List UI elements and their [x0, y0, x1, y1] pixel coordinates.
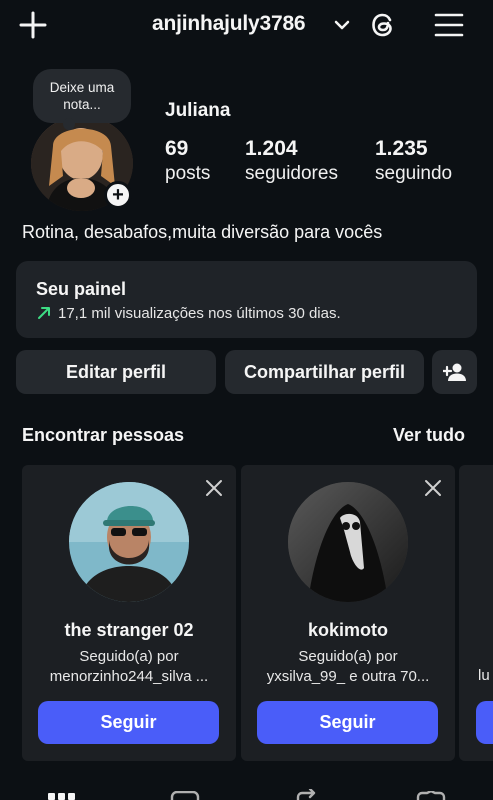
- repost-icon[interactable]: [294, 787, 320, 800]
- create-plus-icon[interactable]: [14, 6, 52, 44]
- tagged-icon[interactable]: [416, 789, 446, 800]
- suggestion-context-line2: menorzinho244_silva ...: [49, 668, 209, 685]
- chevron-down-icon[interactable]: [332, 15, 352, 35]
- add-person-icon: [442, 363, 466, 381]
- profile-bio: Rotina, desabafos,muita diversão para vo…: [22, 222, 383, 242]
- followers-count[interactable]: 1.204: [245, 137, 298, 161]
- close-icon[interactable]: [423, 478, 443, 498]
- edit-profile-button[interactable]: Editar perfil: [16, 350, 216, 394]
- follow-button[interactable]: Seguir: [257, 701, 438, 744]
- threads-icon[interactable]: [366, 8, 400, 42]
- dashboard-subtitle: 17,1 mil visualizações nos últimos 30 di…: [58, 305, 341, 322]
- suggestion-context-line2: lu: [478, 667, 490, 684]
- suggestion-avatar[interactable]: [69, 482, 189, 602]
- posts-count[interactable]: 69: [165, 137, 188, 161]
- suggestion-card-partial[interactable]: lu: [459, 465, 493, 761]
- discover-people-button[interactable]: [432, 350, 477, 394]
- account-username[interactable]: anjinhajuly3786: [152, 12, 306, 36]
- find-people-title: Encontrar pessoas: [22, 425, 185, 445]
- grid-icon[interactable]: [48, 790, 76, 800]
- suggestion-avatar[interactable]: [288, 482, 408, 602]
- suggestion-context-line1: Seguido(a) por: [79, 648, 179, 665]
- posts-label[interactable]: posts: [165, 163, 210, 185]
- following-count[interactable]: 1.235: [375, 137, 428, 161]
- display-name: Juliana: [165, 100, 231, 121]
- see-all-link[interactable]: Ver tudo: [393, 425, 465, 446]
- follow-button[interactable]: [476, 701, 493, 744]
- suggestion-name[interactable]: the stranger 02: [22, 620, 236, 641]
- trend-up-icon: [36, 305, 52, 321]
- suggestion-name[interactable]: kokimoto: [241, 620, 455, 641]
- suggestion-context-line1: Seguido(a) por: [298, 648, 398, 665]
- follow-button[interactable]: Seguir: [38, 701, 219, 744]
- dashboard-title: Seu painel: [36, 279, 127, 299]
- menu-icon[interactable]: [432, 8, 466, 42]
- profile-tab-bar: [0, 778, 493, 800]
- suggestion-context-line2: yxsilva_99_ e outra 70...: [266, 668, 430, 685]
- following-label[interactable]: seguindo: [375, 163, 452, 185]
- followers-label[interactable]: seguidores: [245, 163, 338, 185]
- reels-icon[interactable]: [170, 790, 200, 800]
- close-icon[interactable]: [204, 478, 224, 498]
- note-bubble[interactable]: Deixe uma nota...: [33, 69, 131, 130]
- share-profile-button[interactable]: Compartilhar perfil: [225, 350, 424, 394]
- add-story-icon[interactable]: +: [104, 181, 132, 209]
